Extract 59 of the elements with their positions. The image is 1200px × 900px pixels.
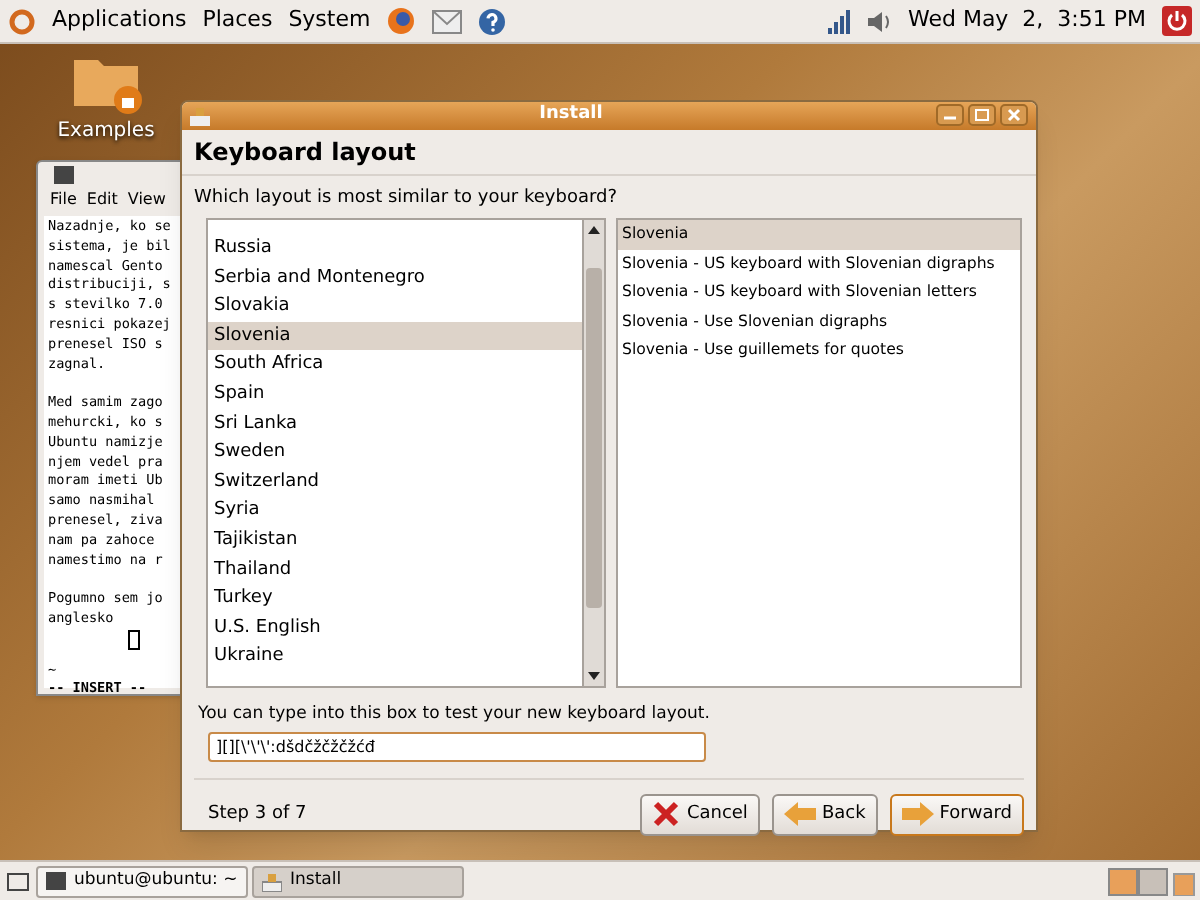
trash-icon[interactable] xyxy=(1172,867,1196,895)
logo-icon xyxy=(8,7,36,35)
signal-icon[interactable] xyxy=(827,9,852,33)
test-input-field[interactable]: ][][\'\'\':dšdčžčžčžćđ xyxy=(208,731,706,762)
cancel-button[interactable]: Cancel xyxy=(640,793,760,836)
country-item[interactable]: Switzerland xyxy=(208,467,582,497)
country-item[interactable]: Ukraine xyxy=(208,642,582,672)
clock[interactable]: Wed May 2, 3:51 PM xyxy=(907,4,1146,38)
country-item[interactable]: South Africa xyxy=(208,350,582,380)
workspace[interactable] xyxy=(1108,867,1138,895)
country-item[interactable]: Syria xyxy=(208,496,582,526)
panel-menu[interactable]: System xyxy=(288,4,371,38)
prompt-label: Which layout is most similar to your keyboard? xyxy=(194,185,618,211)
taskbar-button[interactable]: Install xyxy=(252,865,464,897)
back-button[interactable]: Back xyxy=(771,793,878,836)
page-heading: Keyboard layout xyxy=(194,135,416,169)
country-item[interactable]: Spain xyxy=(208,379,582,410)
country-item[interactable]: Slovakia xyxy=(208,292,582,322)
menu-item[interactable]: Edit xyxy=(86,188,118,212)
minimize-icon[interactable] xyxy=(936,104,964,127)
forward-button[interactable]: Forward xyxy=(889,793,1024,836)
right-arrow-icon xyxy=(901,802,934,827)
close-icon[interactable] xyxy=(1000,104,1028,127)
panel-menu[interactable]: Applications xyxy=(52,4,187,38)
maximize-icon[interactable] xyxy=(968,104,996,127)
country-item[interactable]: Sweden xyxy=(208,438,582,468)
panel-menu[interactable]: Places xyxy=(202,4,273,38)
country-item[interactable]: Tajikistan xyxy=(208,525,582,556)
workspace[interactable] xyxy=(1138,867,1168,895)
scrollbar[interactable] xyxy=(582,220,604,686)
workspace-switcher[interactable] xyxy=(1108,867,1168,895)
cross-icon xyxy=(652,800,681,829)
country-item[interactable]: Thailand xyxy=(208,555,582,585)
installer-icon xyxy=(262,871,282,891)
terminal-icon xyxy=(46,872,66,890)
menu-item[interactable]: View xyxy=(127,188,166,212)
country-item[interactable]: Russia xyxy=(208,234,582,264)
menu-item[interactable]: File xyxy=(50,188,77,212)
country-item[interactable]: Sri Lanka xyxy=(208,409,582,439)
cursor-icon xyxy=(128,629,140,650)
power-icon[interactable] xyxy=(1162,6,1192,36)
country-item[interactable]: Slovenia xyxy=(208,321,582,351)
left-arrow-icon xyxy=(783,802,816,827)
icon-label[interactable]: Examples xyxy=(57,116,155,146)
terminal-icon xyxy=(54,166,74,184)
globe-icon[interactable] xyxy=(386,6,417,36)
window-title: Install xyxy=(537,102,605,128)
taskbar-button[interactable]: ubuntu@ubuntu: ~ xyxy=(36,865,248,897)
help-icon[interactable] xyxy=(478,7,507,35)
country-item[interactable]: Turkey xyxy=(208,584,582,614)
installer-icon xyxy=(190,105,210,126)
envelope-icon[interactable] xyxy=(432,9,463,33)
country-item[interactable]: Serbia and Montenegro xyxy=(208,263,582,293)
step-indicator: Step 3 of 7 xyxy=(208,801,307,827)
test-label: You can type into this box to test your new keyboard layout. xyxy=(198,702,710,728)
show-desktop-icon[interactable] xyxy=(4,867,32,895)
country-item[interactable]: U.S. English xyxy=(208,613,582,643)
speaker-icon[interactable] xyxy=(867,9,892,33)
scrollbar-thumb[interactable] xyxy=(586,268,602,608)
